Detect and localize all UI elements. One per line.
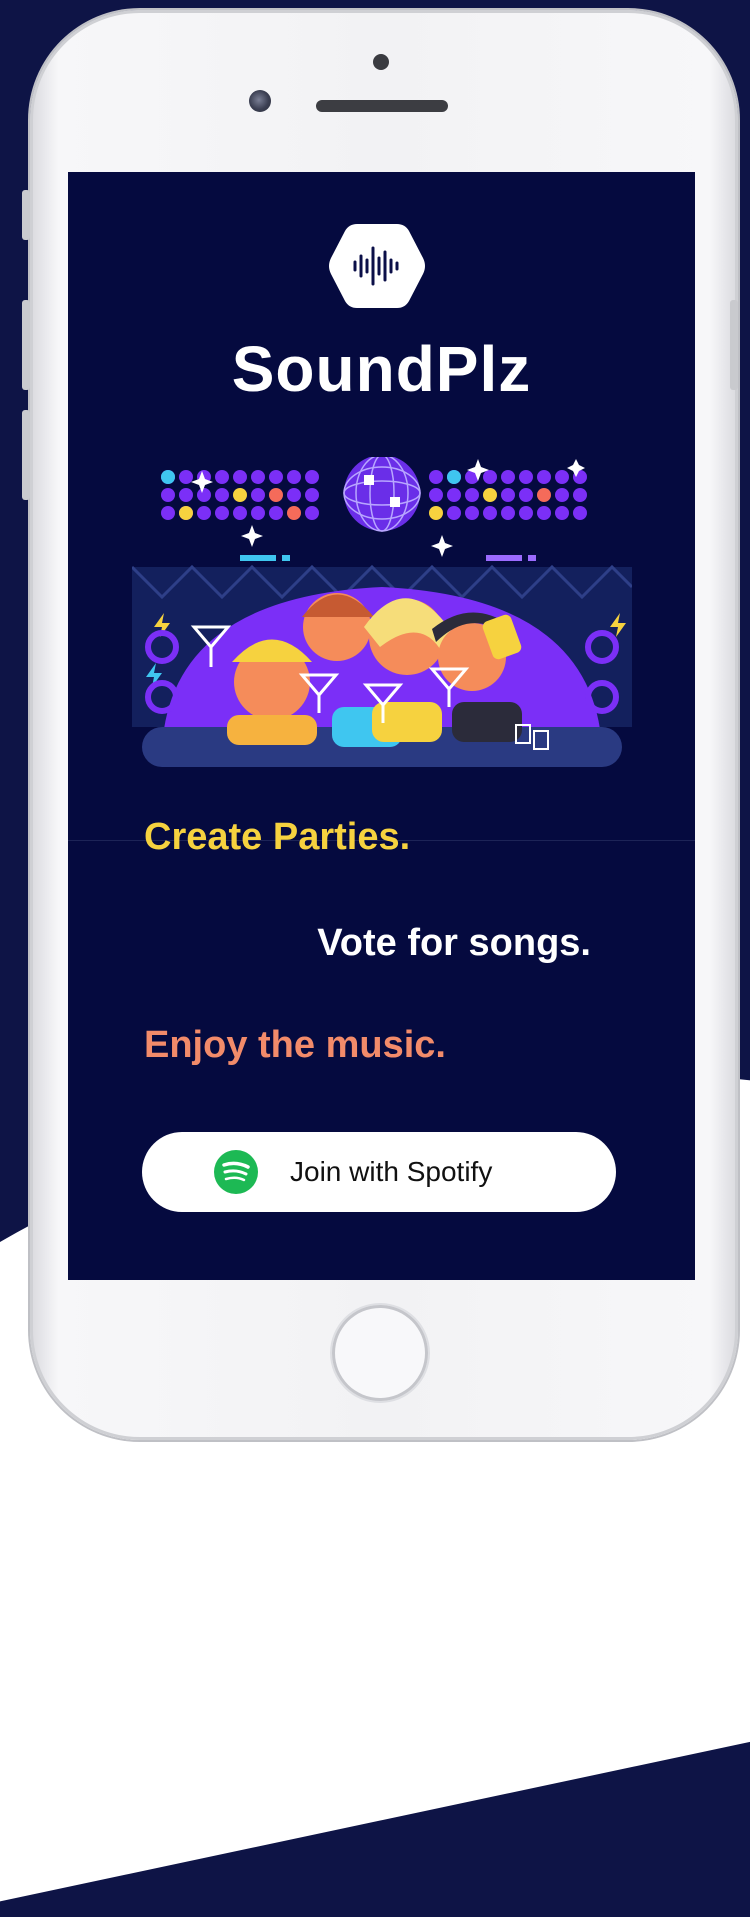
app-screen: SoundPlz Create Parties. Vote for songs.… [68,172,695,1280]
home-button[interactable] [332,1305,428,1401]
app-title: SoundPlz [231,333,532,405]
soundwave-icon [329,224,425,308]
proximity-sensor [373,54,389,70]
tagline-vote: Vote for songs. [317,922,591,964]
party-illustration [132,457,632,767]
phone-frame: SoundPlz Create Parties. Vote for songs.… [22,10,738,1440]
mute-switch [22,190,30,240]
front-camera [249,90,271,112]
tagline-enjoy: Enjoy the music. [144,1024,446,1066]
led-panel-left [161,470,319,520]
join-with-spotify-button[interactable]: Join with Spotify [142,1132,616,1212]
tagline-create: Create Parties. [144,816,411,858]
spotify-icon [214,1150,258,1194]
disco-ball [343,457,421,532]
volume-down-button [22,410,30,500]
power-button [730,300,738,390]
join-with-spotify-label: Join with Spotify [290,1156,493,1187]
led-panel-right [429,470,587,520]
volume-up-button [22,300,30,390]
earpiece-speaker [316,100,448,112]
